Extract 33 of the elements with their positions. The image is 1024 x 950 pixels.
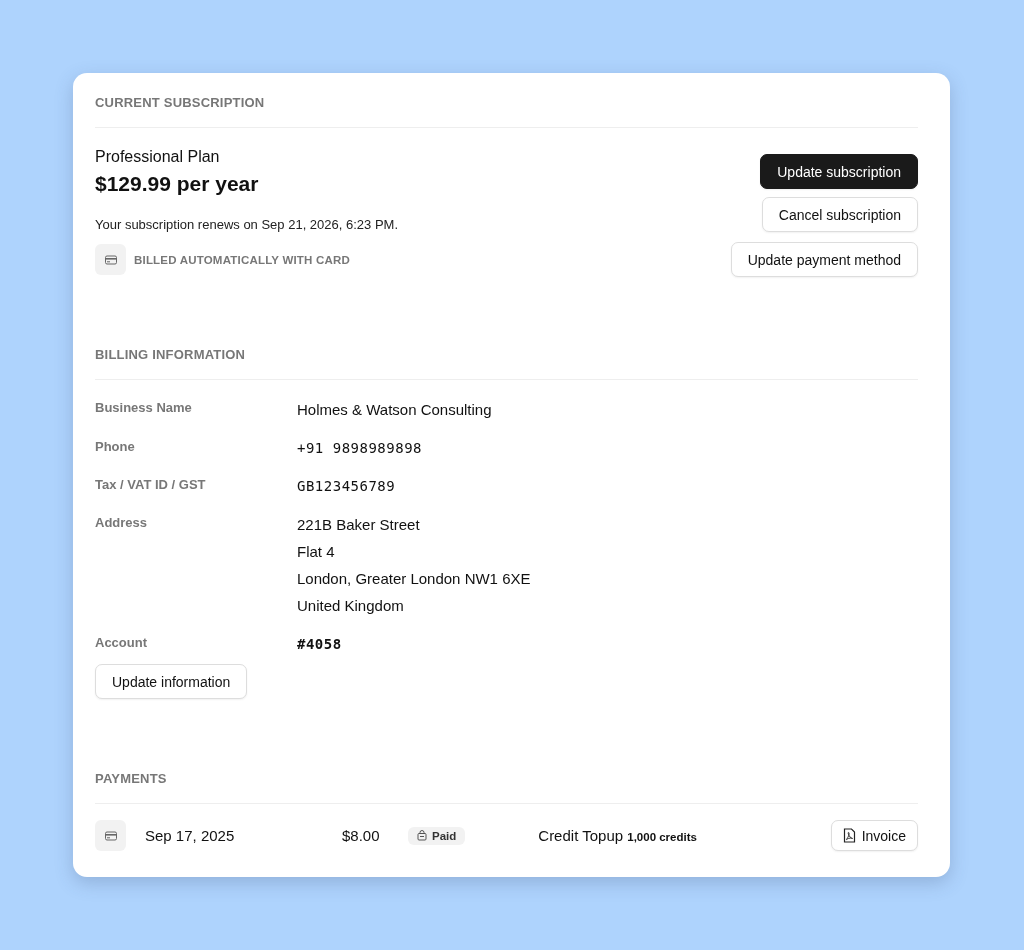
document-icon xyxy=(842,828,856,843)
field-value: GB123456789 xyxy=(297,478,396,494)
status-text: Paid xyxy=(432,829,457,842)
field-label: Account xyxy=(95,635,148,652)
field-value: +91 9898989898 xyxy=(297,440,422,456)
section-heading: PAYMENTS xyxy=(95,771,918,804)
field-value: Holmes & Watson Consulting xyxy=(297,401,492,418)
payment-description: Credit Topup 1,000 credits xyxy=(538,827,697,844)
bag-icon xyxy=(417,830,427,841)
renewal-text: Your subscription renews on Sep 21, 2026, 6:23 PM. xyxy=(95,217,399,232)
field-label: Phone xyxy=(95,439,136,456)
payment-date: Sep 17, 2025 xyxy=(145,827,236,844)
card-icon xyxy=(95,820,126,851)
field-value: #4058 xyxy=(297,636,342,652)
field-label: Tax / VAT ID / GST xyxy=(95,477,207,494)
section-heading: CURRENT SUBSCRIPTION xyxy=(95,95,918,128)
field-value: 221B Baker Street xyxy=(297,516,421,533)
field-label: Address xyxy=(95,515,149,532)
field-value: Flat 4 xyxy=(297,543,336,560)
payment-amount: $8.00 xyxy=(342,827,381,844)
plan-name: Professional Plan xyxy=(95,148,221,166)
cancel-subscription-button[interactable]: Cancel subscription xyxy=(761,197,918,232)
section-heading: BILLING INFORMATION xyxy=(95,347,918,380)
field-label: Business Name xyxy=(95,400,193,417)
field-value: United Kingdom xyxy=(297,597,405,614)
update-payment-method-button[interactable]: Update payment method xyxy=(730,242,918,277)
plan-price: $129.99 per year xyxy=(95,172,260,196)
card-icon xyxy=(95,244,126,275)
field-value: London, Greater London NW1 6XE xyxy=(297,570,531,587)
update-information-button[interactable]: Update information xyxy=(95,664,248,699)
invoice-button[interactable]: Invoice xyxy=(830,820,918,851)
billing-method-label: BILLED AUTOMATICALLY WITH CARD xyxy=(134,253,350,266)
update-subscription-button[interactable]: Update subscription xyxy=(760,154,918,189)
